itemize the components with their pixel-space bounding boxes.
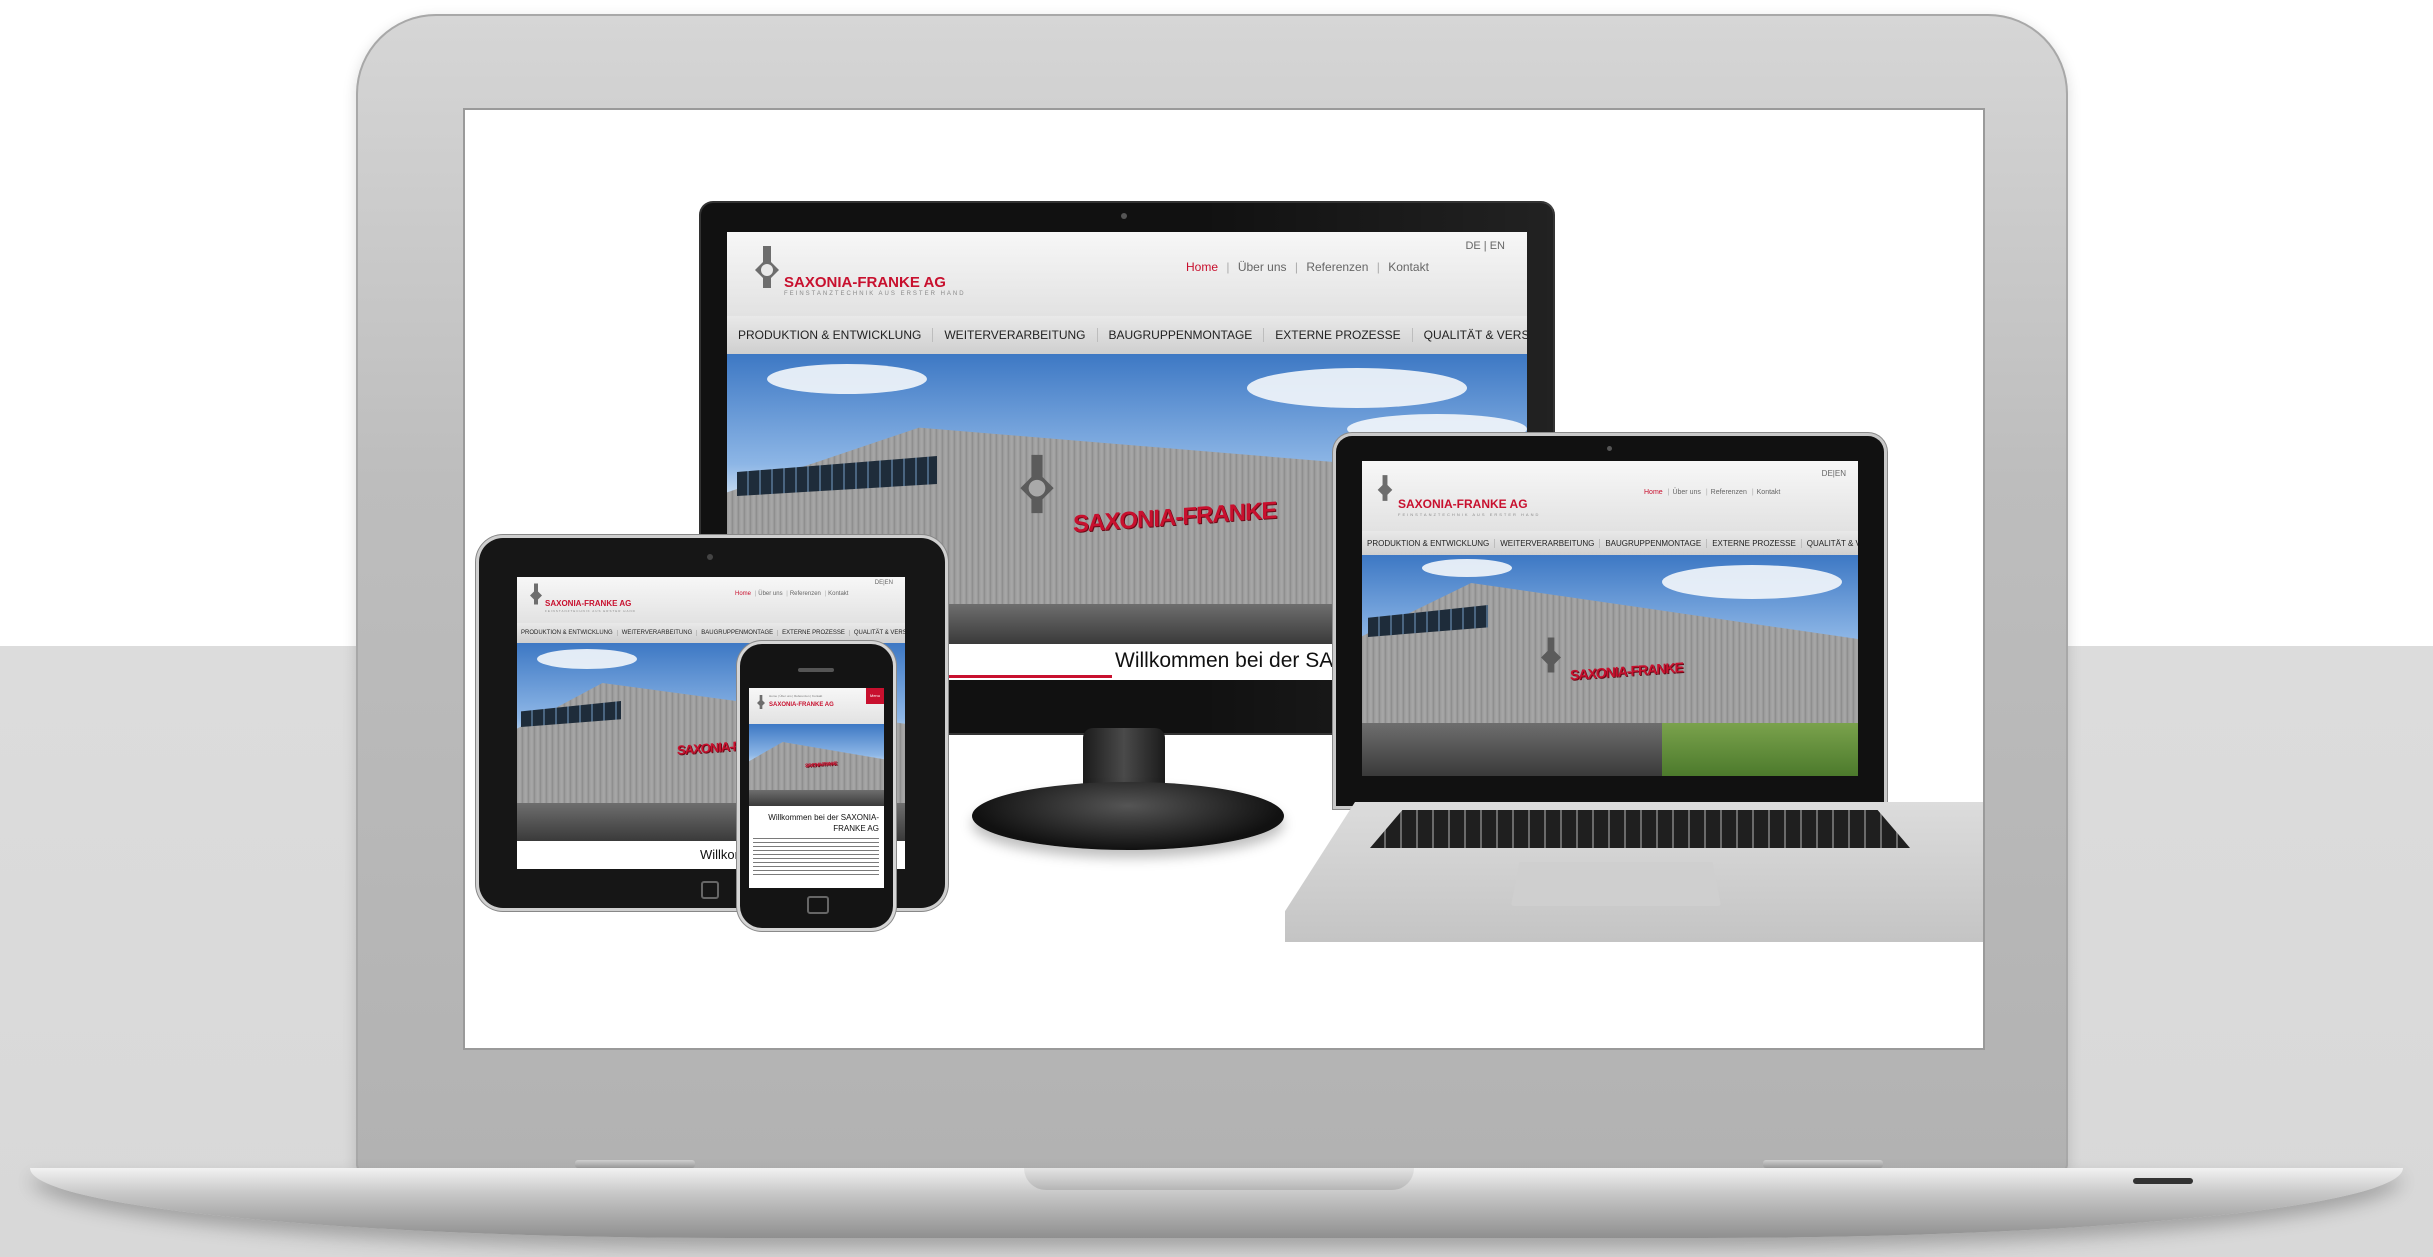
topnav-kontakt[interactable]: Kontakt <box>1757 489 1781 496</box>
topnav-home[interactable]: Home <box>1644 489 1663 496</box>
small-laptop-brand-tagline: FEINSTANZTECHNIK AUS ERSTER HAND <box>1398 512 1541 517</box>
phone-menu-label: Menu <box>869 693 880 698</box>
outer-laptop-notch <box>1024 1168 1414 1190</box>
tablet-welcome-text: Willkom <box>700 847 746 862</box>
small-laptop-site-header: DE|EN SAXONIA-FRANKE AG FEINSTANZTECHNIK… <box>1362 461 1858 531</box>
small-laptop-main-nav: PRODUKTION & ENTWICKLUNG WEITERVERARBEIT… <box>1362 531 1858 555</box>
outer-laptop-indicator <box>2133 1178 2193 1184</box>
monitor-site-header: DE | EN SAXONIA-FRANKE AG FEINSTANZTECHN… <box>727 232 1527 316</box>
building-logo-icon <box>1541 637 1561 673</box>
lang-de[interactable]: DE <box>1822 469 1833 478</box>
nav-externe-prozesse[interactable]: EXTERNE PROZESSE <box>1264 328 1413 342</box>
saxonia-logo-icon <box>1377 475 1393 501</box>
lang-en[interactable]: EN <box>885 580 893 586</box>
phone-body-text <box>753 838 879 878</box>
small-laptop-camera <box>1607 446 1612 451</box>
topnav-ueber-uns[interactable]: Über uns <box>758 591 782 597</box>
monitor-camera <box>1121 213 1127 219</box>
saxonia-logo-icon <box>755 246 779 288</box>
phone-home-button[interactable] <box>807 896 829 914</box>
topnav-home[interactable]: Home <box>1186 260 1218 274</box>
lang-de[interactable]: DE <box>1465 240 1480 252</box>
tablet-lang-switch[interactable]: DE|EN <box>875 580 893 586</box>
phone-welcome-text: Willkommen bei der SAXONIA-FRANKE AG <box>768 813 879 833</box>
monitor-stand-base <box>972 782 1284 850</box>
nav-qualitaet[interactable]: QUALITÄT & VERSAND <box>1413 328 1527 342</box>
lang-sep: | <box>1483 240 1487 252</box>
tablet-brand-name: SAXONIA-FRANKE AG <box>545 599 632 608</box>
nav-produktion[interactable]: PRODUKTION & ENTWICKLUNG <box>517 630 618 636</box>
phone-mini-nav[interactable]: Home | Über uns | Referenzen | Kontakt <box>769 694 822 698</box>
nav-baugruppenmontage[interactable]: BAUGRUPPENMONTAGE <box>1098 328 1265 342</box>
small-laptop-website: DE|EN SAXONIA-FRANKE AG FEINSTANZTECHNIK… <box>1362 461 1858 776</box>
small-laptop-lang-switch[interactable]: DE|EN <box>1822 469 1846 478</box>
topnav-referenzen[interactable]: Referenzen <box>1306 260 1368 274</box>
nav-baugruppenmontage[interactable]: BAUGRUPPENMONTAGE <box>697 630 779 636</box>
tablet-site-header: DE|EN SAXONIA-FRANKE AG FEINSTANZTECHNIK… <box>517 577 905 623</box>
outer-laptop-hinge-right <box>1763 1160 1883 1168</box>
topnav-referenzen[interactable]: Referenzen <box>1711 489 1747 496</box>
tablet-home-button[interactable] <box>701 881 719 899</box>
phone-hero-photo: SAXONIA-FRANKE <box>749 724 884 806</box>
topnav-kontakt[interactable]: Kontakt <box>1388 260 1429 274</box>
nav-weiterverarbeitung[interactable]: WEITERVERARBEITUNG <box>618 630 698 636</box>
lang-de[interactable]: DE <box>875 580 883 586</box>
phone-speaker <box>798 668 834 672</box>
small-laptop-trackpad[interactable] <box>1511 862 1721 906</box>
nav-weiterverarbeitung[interactable]: WEITERVERARBEITUNG <box>1495 538 1601 548</box>
outer-laptop-hinge-left <box>575 1160 695 1168</box>
nav-baugruppenmontage[interactable]: BAUGRUPPENMONTAGE <box>1600 538 1708 548</box>
saxonia-logo-icon <box>530 583 542 605</box>
nav-externe-prozesse[interactable]: EXTERNE PROZESSE <box>778 630 850 636</box>
saxonia-logo-icon <box>757 695 765 709</box>
nav-qualitaet[interactable]: QUALITÄT & VERSAND <box>850 630 905 636</box>
topnav-kontakt[interactable]: Kontakt <box>828 591 848 597</box>
small-laptop-hero-photo: SAXONIA-FRANKE <box>1362 555 1858 776</box>
phone-menu-button[interactable]: Menu <box>866 688 884 704</box>
nav-produktion[interactable]: PRODUKTION & ENTWICKLUNG <box>727 328 934 342</box>
tablet-main-nav: PRODUKTION & ENTWICKLUNG WEITERVERARBEIT… <box>517 623 905 643</box>
small-laptop-top-nav: Home | Über uns | Referenzen | Kontakt <box>1644 489 1781 496</box>
lang-en[interactable]: EN <box>1835 469 1846 478</box>
topnav-home[interactable]: Home <box>735 591 751 597</box>
topnav-ueber-uns[interactable]: Über uns <box>1238 260 1287 274</box>
phone-site-header: Menu Home | Über uns | Referenzen | Kont… <box>749 688 884 724</box>
monitor-lang-switch[interactable]: DE | EN <box>1465 240 1505 252</box>
monitor-brand-tagline: FEINSTANZTECHNIK AUS ERSTER HAND <box>784 291 966 297</box>
tablet-camera <box>707 554 713 560</box>
lang-en[interactable]: EN <box>1490 240 1505 252</box>
nav-weiterverarbeitung[interactable]: WEITERVERARBEITUNG <box>933 328 1098 342</box>
building-logo-icon <box>1020 454 1054 514</box>
phone-website: Menu Home | Über uns | Referenzen | Kont… <box>749 688 884 888</box>
nav-qualitaet[interactable]: QUALITÄT & VERSAND <box>1802 539 1858 548</box>
topnav-ueber-uns[interactable]: Über uns <box>1672 489 1700 496</box>
monitor-top-nav: Home | Über uns | Referenzen | Kontakt <box>1186 260 1429 274</box>
small-laptop-keyboard <box>1370 810 1910 848</box>
phone-brand-name: SAXONIA-FRANKE AG <box>769 702 834 708</box>
phone: Menu Home | Über uns | Referenzen | Kont… <box>740 644 893 928</box>
topnav-referenzen[interactable]: Referenzen <box>790 591 821 597</box>
nav-externe-prozesse[interactable]: EXTERNE PROZESSE <box>1707 538 1802 548</box>
monitor-brand-name: SAXONIA-FRANKE AG <box>784 274 946 291</box>
tablet-brand-tagline: FEINSTANZTECHNIK AUS ERSTER HAND <box>545 609 636 613</box>
nav-produktion[interactable]: PRODUKTION & ENTWICKLUNG <box>1362 538 1496 548</box>
monitor-welcome-text: Willkommen bei der SA <box>1115 649 1334 672</box>
small-laptop-lid: DE|EN SAXONIA-FRANKE AG FEINSTANZTECHNIK… <box>1336 436 1884 806</box>
monitor-main-nav: PRODUKTION & ENTWICKLUNG WEITERVERARBEIT… <box>727 316 1527 354</box>
small-laptop-brand-name: SAXONIA-FRANKE AG <box>1398 497 1528 511</box>
tablet-top-nav: Home | Über uns | Referenzen | Kontakt <box>735 591 849 597</box>
outer-laptop-screen: DE | EN SAXONIA-FRANKE AG FEINSTANZTECHN… <box>465 110 1983 1048</box>
